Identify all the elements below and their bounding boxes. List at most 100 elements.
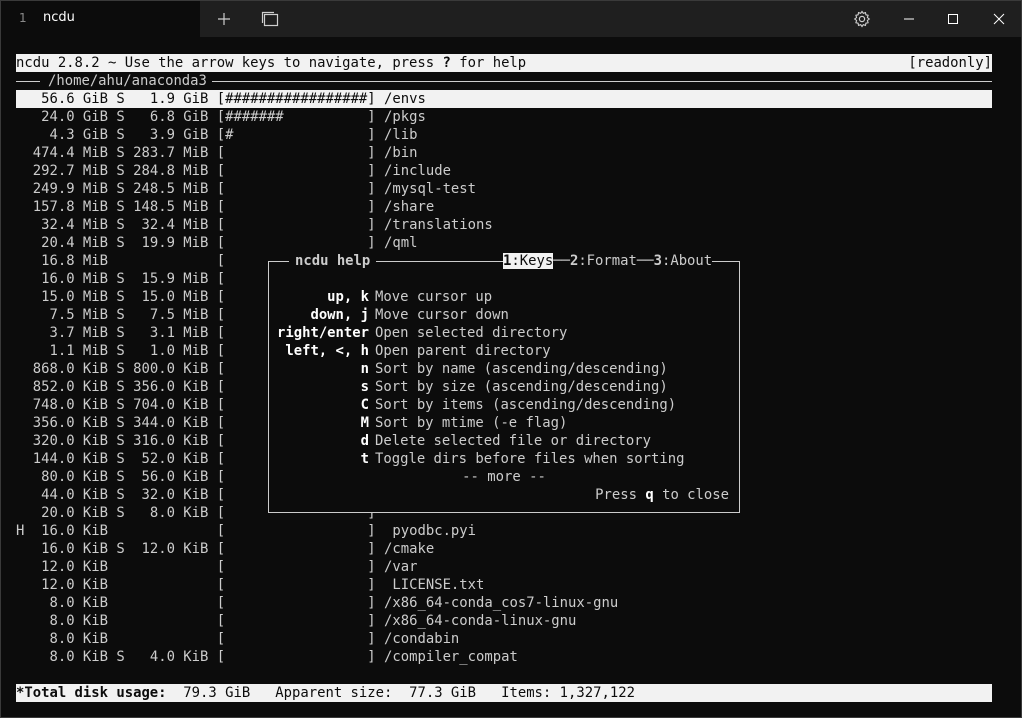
row-apparent-size: 283.7 MiB [124, 145, 209, 161]
row-usage-bar [225, 523, 367, 539]
row-apparent-size: 15.9 MiB [124, 271, 209, 287]
row-apparent-size [125, 523, 209, 539]
help-key-row: down, j Move cursor down [269, 306, 739, 324]
row-shared-flag: S [108, 433, 125, 449]
file-row[interactable]: 32.4 MiB S 32.4 MiB [ ] /translations [16, 216, 992, 234]
row-shared-flag: S [108, 397, 125, 413]
row-name: /include [384, 163, 451, 179]
row-shared-flag [108, 253, 125, 269]
row-disk-usage: 356.0 KiB [24, 415, 109, 431]
row-apparent-size: 6.8 GiB [124, 109, 209, 125]
file-row[interactable]: H 16.0 KiB [ ] pyodbc.pyi [16, 522, 992, 540]
help-tab-format[interactable]: 2:Format [570, 253, 637, 269]
apparent-size-value: 77.3 GiB [409, 685, 477, 701]
row-apparent-size [125, 631, 209, 647]
file-row[interactable]: 249.9 MiB S 248.5 MiB [ ] /mysql-test [16, 180, 992, 198]
file-row[interactable]: 8.0 KiB [ ] /x86_64-conda_cos7-linux-gnu [16, 594, 992, 612]
help-tab-label: :Format [578, 253, 637, 269]
row-disk-usage: 32.4 MiB [24, 217, 109, 233]
row-disk-usage: 8.0 KiB [24, 631, 109, 647]
row-shared-flag: S [108, 145, 125, 161]
row-name: LICENSE.txt [384, 577, 485, 593]
file-row[interactable]: 56.6 GiB S 1.9 GiB [#################] /… [16, 90, 992, 108]
row-apparent-size: 15.0 MiB [124, 289, 209, 305]
help-key-description: Sort by name (ascending/descending) [375, 361, 668, 377]
file-row[interactable]: 157.8 MiB S 148.5 MiB [ ] /share [16, 198, 992, 216]
help-key: right/enter [277, 325, 369, 341]
apparent-size-label: Apparent size: [275, 685, 393, 701]
row-apparent-size: 148.5 MiB [124, 199, 209, 215]
more-indicator: -- more -- [462, 469, 546, 485]
row-apparent-size: 56.0 KiB [124, 469, 209, 485]
row-apparent-size: 356.0 KiB [124, 379, 209, 395]
tab-switcher-icon [261, 11, 279, 27]
file-row[interactable]: 474.4 MiB S 283.7 MiB [ ] /bin [16, 144, 992, 162]
row-disk-usage: 4.3 GiB [24, 127, 109, 143]
help-tab-about[interactable]: 3:About [654, 253, 713, 269]
file-row[interactable]: 4.3 GiB S 3.9 GiB [# ] /lib [16, 126, 992, 144]
tab-switcher-button[interactable] [255, 5, 285, 33]
row-shared-flag: S [108, 307, 125, 323]
help-key-description: Move cursor up [375, 289, 493, 305]
help-key: up, k [327, 289, 369, 305]
row-disk-usage: 16.0 MiB [24, 271, 109, 287]
row-disk-usage: 20.0 KiB [24, 505, 109, 521]
close-hint-suffix: to close [653, 487, 729, 503]
help-tab-label: :Keys [511, 253, 554, 269]
row-disk-usage: 249.9 MiB [24, 181, 109, 197]
total-disk-value: 79.3 GiB [183, 685, 251, 701]
file-row[interactable]: 292.7 MiB S 284.8 MiB [ ] /include [16, 162, 992, 180]
row-usage-bar: ####### [225, 109, 368, 125]
row-disk-usage: 15.0 MiB [24, 289, 109, 305]
row-disk-usage: 144.0 KiB [24, 451, 109, 467]
row-shared-flag: S [108, 217, 125, 233]
file-row[interactable]: 12.0 KiB [ ] LICENSE.txt [16, 576, 992, 594]
row-disk-usage: 320.0 KiB [24, 433, 109, 449]
row-name: /pkgs [384, 109, 426, 125]
help-key-row: left, <, h Open parent directory [269, 342, 739, 360]
help-key-description: Open parent directory [375, 343, 551, 359]
row-shared-flag: S [108, 235, 125, 251]
file-row[interactable]: 20.4 MiB S 19.9 MiB [ ] /qml [16, 234, 992, 252]
row-apparent-size: 1.9 GiB [124, 91, 209, 107]
help-key-description: Move cursor down [375, 307, 509, 323]
row-disk-usage: 868.0 KiB [24, 361, 109, 377]
minimize-button[interactable] [894, 5, 924, 33]
row-shared-flag: S [108, 379, 125, 395]
row-shared-flag: S [108, 325, 125, 341]
help-tab-keys[interactable]: 1:Keys [503, 253, 554, 269]
row-shared-flag: S [108, 271, 125, 287]
file-row[interactable]: 8.0 KiB [ ] /x86_64-conda-linux-gnu [16, 612, 992, 630]
file-row[interactable]: 24.0 GiB S 6.8 GiB [####### ] /pkgs [16, 108, 992, 126]
row-usage-bar [225, 631, 367, 647]
row-apparent-size: 800.0 KiB [124, 361, 209, 377]
settings-button[interactable] [847, 5, 877, 33]
file-row[interactable]: 8.0 KiB [ ] /condabin [16, 630, 992, 648]
tab-title: ncdu [43, 10, 75, 25]
minimize-icon [904, 18, 914, 20]
row-name: /translations [384, 217, 493, 233]
tab-ncdu[interactable]: 1 ncdu [1, 1, 200, 37]
row-name: /qml [384, 235, 418, 251]
close-button[interactable] [984, 5, 1014, 33]
header-text-tail: for help [450, 55, 527, 71]
row-apparent-size [125, 559, 209, 575]
row-shared-flag: S [108, 181, 125, 197]
row-name: /envs [384, 91, 426, 107]
row-shared-flag: S [108, 649, 125, 665]
row-usage-bar [225, 181, 367, 197]
file-row[interactable]: 16.0 KiB S 12.0 KiB [ ] /cmake [16, 540, 992, 558]
file-row[interactable]: 8.0 KiB S 4.0 KiB [ ] /compiler_compat [16, 648, 992, 666]
maximize-icon [948, 14, 958, 24]
help-key-row: right/enter Open selected directory [269, 324, 739, 342]
maximize-button[interactable] [938, 5, 968, 33]
row-name: /bin [384, 145, 418, 161]
help-tab-label: :About [661, 253, 713, 269]
new-tab-button[interactable] [209, 5, 239, 33]
row-usage-bar [225, 145, 367, 161]
gear-icon [853, 10, 871, 28]
file-row[interactable]: 12.0 KiB [ ] /var [16, 558, 992, 576]
row-name: /condabin [384, 631, 460, 647]
row-apparent-size: 12.0 KiB [124, 541, 209, 557]
total-disk-label: *Total disk usage: [16, 685, 167, 701]
